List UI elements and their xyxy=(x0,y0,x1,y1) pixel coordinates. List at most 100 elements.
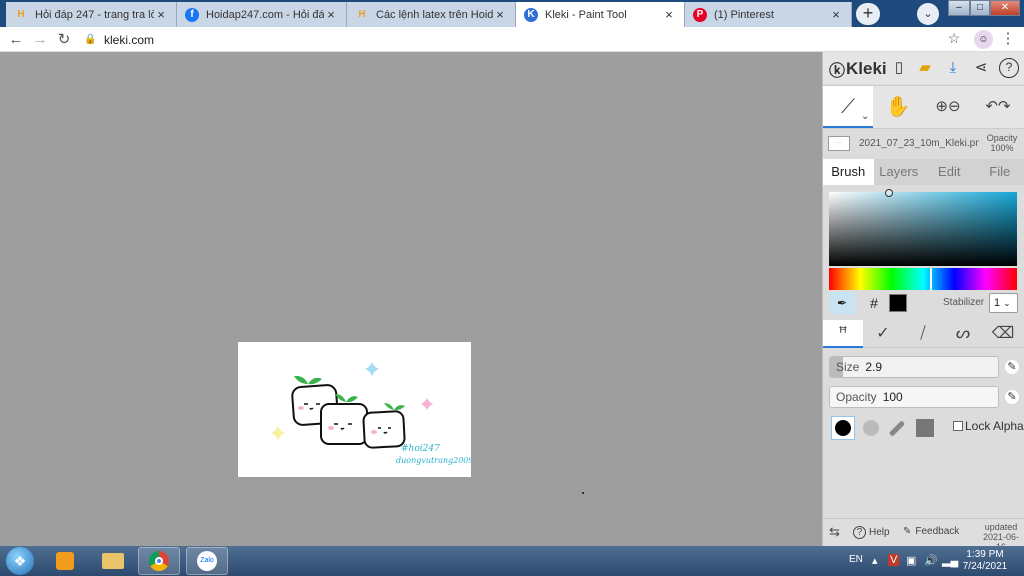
help-icon[interactable]: ? xyxy=(999,58,1019,78)
browser-tab-hoidap-facebook[interactable]: f Hoidap247.com - Hỏi đáp bài × xyxy=(177,2,347,27)
hex-input-button[interactable]: # xyxy=(863,292,885,314)
pixel-brush-icon[interactable]: ᔕ xyxy=(943,320,983,348)
tray-expand-icon[interactable]: ▴ xyxy=(872,554,878,567)
blend-brush-icon[interactable]: ✓ xyxy=(863,320,903,348)
undo-redo-icon[interactable]: ↶↷ xyxy=(973,86,1023,128)
hand-tool-icon[interactable]: ✋ xyxy=(873,86,923,128)
download-icon[interactable]: ⤓ xyxy=(943,58,963,78)
stabilizer-value: 1 xyxy=(994,297,1001,309)
browser-tab-hoidap247[interactable]: H Hỏi đáp 247 - trang tra lời × xyxy=(6,2,177,27)
stabilizer-select[interactable]: 1 ⌄ xyxy=(989,293,1018,313)
opacity-pressure-pen-icon[interactable]: ✎ xyxy=(1005,390,1019,404)
new-file-icon[interactable]: ▯ xyxy=(889,58,909,78)
lock-icon: 🔒 xyxy=(84,34,97,45)
close-tab-icon[interactable]: × xyxy=(324,7,338,22)
antivirus-tray-icon[interactable]: V xyxy=(888,554,900,566)
hue-slider-handle[interactable] xyxy=(930,268,932,290)
help-link[interactable]: ? Help xyxy=(853,526,890,539)
kleki-logo[interactable]: ⓚ Kleki xyxy=(829,57,887,81)
cube-character-middle xyxy=(320,403,368,445)
swap-sides-icon[interactable]: ⇆ xyxy=(829,524,840,540)
bookmark-star-icon[interactable]: ☆ xyxy=(944,30,964,47)
profile-avatar[interactable]: ☺ xyxy=(974,30,993,49)
leaf-sprout-icon xyxy=(335,394,358,403)
tab-edit[interactable]: Edit xyxy=(924,159,975,185)
kleki-footer: ⇆ ?Help ✎Feedback updated 2021-06-16 xyxy=(823,518,1024,552)
pink-sparkle-icon xyxy=(421,398,433,410)
forward-arrow-icon[interactable]: → xyxy=(30,30,50,50)
language-indicator[interactable]: EN xyxy=(849,554,863,565)
browser-tab-kleki[interactable]: K Kleki - Paint Tool × xyxy=(516,2,685,27)
soft-tip-icon[interactable] xyxy=(859,416,883,440)
tab-title: Các lệnh latex trên Hoidap247 xyxy=(376,8,493,21)
zalo-taskbar-icon[interactable]: Zalo xyxy=(186,547,228,575)
back-arrow-icon[interactable]: ← xyxy=(6,30,26,50)
current-color-swatch[interactable] xyxy=(889,294,907,312)
browser-menu-icon[interactable]: ⋮ xyxy=(999,29,1017,47)
caption-author: duongvutrang2009 xyxy=(396,456,471,465)
tab-title: (1) Pinterest xyxy=(714,8,774,21)
tab-file[interactable]: File xyxy=(975,159,1024,185)
tab-layers[interactable]: Layers xyxy=(874,159,925,185)
close-tab-icon[interactable]: × xyxy=(493,7,507,22)
size-pressure-pen-icon[interactable]: ✎ xyxy=(1005,360,1019,374)
size-slider[interactable]: Size 2.9 xyxy=(829,356,999,378)
eyedropper-icon[interactable]: ✒ xyxy=(829,292,855,314)
round-tip-icon[interactable] xyxy=(831,416,855,440)
chisel-tip-icon[interactable] xyxy=(885,416,909,440)
share-icon[interactable]: ⋖ xyxy=(971,58,991,78)
caption-hashtag: #hoi247 xyxy=(401,444,440,454)
feedback-link[interactable]: ✎ Feedback xyxy=(903,526,959,537)
close-window-button[interactable]: ✕ xyxy=(990,0,1020,16)
chrome-taskbar-icon[interactable] xyxy=(138,547,180,575)
new-tab-button[interactable]: + xyxy=(856,3,880,25)
lock-alpha-label: Lock Alpha xyxy=(965,419,1024,433)
hue-slider[interactable] xyxy=(829,268,1017,290)
network-tray-icon[interactable]: ▣ xyxy=(906,554,916,567)
kleki-logo-icon: ⓚ xyxy=(829,63,846,80)
close-tab-icon[interactable]: × xyxy=(154,7,168,22)
clock-time: 1:39 PM xyxy=(966,549,1004,560)
opacity-slider[interactable]: Opacity 100 xyxy=(829,386,999,408)
reload-icon[interactable]: ↻ xyxy=(54,30,74,50)
help-circle-icon: ? xyxy=(853,526,866,539)
color-picker-handle[interactable] xyxy=(885,189,893,197)
eraser-icon[interactable]: ⌫ xyxy=(983,320,1023,348)
signal-icon[interactable]: ▂▄ xyxy=(942,554,958,567)
yellow-sparkle-icon xyxy=(271,426,285,440)
feedback-label: Feedback xyxy=(915,526,960,537)
close-tab-icon[interactable]: × xyxy=(662,7,676,22)
drawing-canvas[interactable]: #hoi247 duongvutrang2009 xyxy=(238,342,473,477)
zoom-tool-icon[interactable]: ⊕⊖ xyxy=(923,86,973,128)
updated-label: updated xyxy=(984,522,1018,532)
tab-title: Kleki - Paint Tool xyxy=(545,8,627,21)
file-explorer-icon[interactable] xyxy=(92,547,134,575)
tab-search-chevron-icon[interactable]: ⌄ xyxy=(917,3,939,25)
browser-tab-latex[interactable]: H Các lệnh latex trên Hoidap247 × xyxy=(347,2,516,27)
checkbox-icon xyxy=(953,421,963,431)
color-saturation-picker[interactable] xyxy=(829,189,1017,266)
open-folder-icon[interactable]: ▰ xyxy=(915,58,935,78)
square-tip-icon[interactable] xyxy=(913,416,937,440)
opacity-label: Opacity xyxy=(836,390,877,404)
browser-tab-pinterest[interactable]: P (1) Pinterest × xyxy=(685,2,852,27)
lock-alpha-checkbox[interactable]: Lock Alpha xyxy=(953,419,1024,433)
tab-brush[interactable]: Brush xyxy=(823,159,874,185)
file-thumbnail[interactable]: ··· xyxy=(828,136,850,151)
address-bar[interactable]: 🔒 kleki.com xyxy=(84,29,974,50)
file-name: 2021_07_23_10m_Kleki.png xyxy=(859,138,979,149)
maximize-window-button[interactable]: □ xyxy=(970,0,990,16)
sketchy-brush-icon[interactable]: ⧸ xyxy=(903,320,943,348)
start-button[interactable]: ❖ xyxy=(6,547,34,575)
media-player-icon[interactable] xyxy=(44,547,86,575)
volume-icon[interactable]: 🔊 xyxy=(924,554,938,567)
kleki-sidebar: ⓚ Kleki ▯ ▰ ⤓ ⋖ ? ⟋ ⌄ ✋ ⊕⊖ ↶↷ ··· 2021_07… xyxy=(822,52,1024,552)
url-text: kleki.com xyxy=(104,32,155,47)
close-tab-icon[interactable]: × xyxy=(829,7,843,22)
opacity-value: 100 xyxy=(882,390,903,404)
taskbar-clock[interactable]: 1:39 PM 7/24/2021 xyxy=(960,549,1010,573)
minimize-window-button[interactable]: – xyxy=(948,0,970,16)
pen-brush-icon[interactable]: ꟸ xyxy=(823,320,863,348)
brush-tool-icon[interactable]: ⟋ ⌄ xyxy=(823,86,873,128)
paint-canvas-area[interactable]: #hoi247 duongvutrang2009 xyxy=(0,52,822,546)
